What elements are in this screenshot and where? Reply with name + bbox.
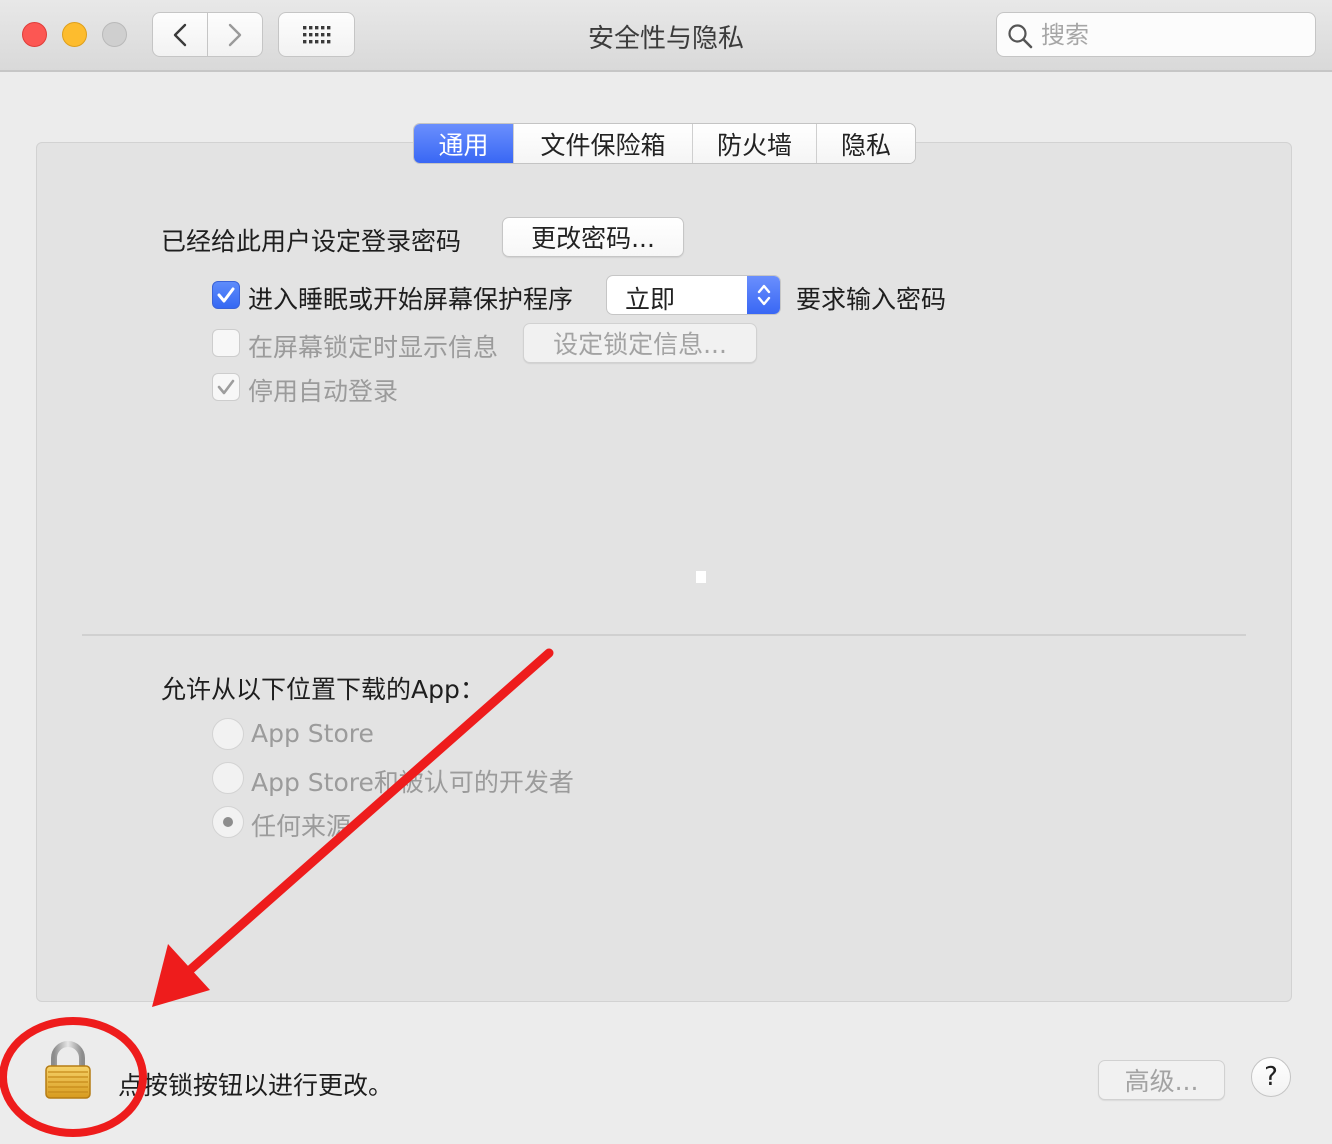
show-message-checkbox[interactable] xyxy=(212,329,240,357)
change-password-button[interactable]: 更改密码... xyxy=(502,217,684,257)
disable-autologin-label: 停用自动登录 xyxy=(248,377,399,406)
updown-chevron-icon xyxy=(757,284,770,306)
tab-general[interactable]: 通用 xyxy=(414,124,514,163)
tab-firewall[interactable]: 防火墙 xyxy=(693,124,817,163)
popup-stepper xyxy=(747,276,780,314)
section-divider xyxy=(82,634,1246,636)
lock-message: 点按锁按钮以进行更改。 xyxy=(118,1071,394,1100)
show-message-label: 在屏幕锁定时显示信息 xyxy=(248,333,499,362)
require-password-label: 进入睡眠或开始屏幕保护程序 xyxy=(248,285,574,314)
tab-privacy[interactable]: 隐私 xyxy=(817,124,915,163)
downloads-heading: 允许从以下位置下载的App： xyxy=(161,675,485,704)
tab-filevault[interactable]: 文件保险箱 xyxy=(514,124,693,163)
radio-selected-dot xyxy=(223,817,233,827)
white-marker xyxy=(696,571,706,583)
help-button[interactable]: ? xyxy=(1251,1057,1291,1097)
radio-anywhere-label: 任何来源 xyxy=(251,812,352,841)
password-set-label: 已经给此用户设定登录密码 xyxy=(161,227,462,256)
require-password-suffix: 要求输入密码 xyxy=(796,285,947,314)
advanced-button[interactable]: 高级... xyxy=(1098,1060,1225,1100)
checkmark-icon xyxy=(217,287,235,303)
radio-app-store[interactable] xyxy=(212,718,244,750)
search-icon xyxy=(1008,24,1033,49)
lock-icon[interactable] xyxy=(42,1040,94,1102)
radio-anywhere[interactable] xyxy=(212,806,244,838)
search-field[interactable] xyxy=(996,12,1316,57)
radio-identified-developers-label: App Store和被认可的开发者 xyxy=(251,768,574,797)
set-lock-message-button[interactable]: 设定锁定信息... xyxy=(523,323,757,363)
password-delay-select[interactable]: 立即 xyxy=(606,275,781,315)
toolbar: 安全性与隐私 xyxy=(0,0,1332,72)
password-delay-value: 立即 xyxy=(625,285,676,314)
disable-autologin-checkbox[interactable] xyxy=(212,373,240,401)
radio-app-store-label: App Store xyxy=(251,719,374,748)
search-input[interactable] xyxy=(1041,19,1301,51)
require-password-checkbox[interactable] xyxy=(212,281,240,309)
settings-panel xyxy=(36,142,1292,1002)
radio-identified-developers[interactable] xyxy=(212,762,244,794)
checkmark-icon xyxy=(217,379,235,395)
tab-bar: 通用 文件保险箱 防火墙 隐私 xyxy=(413,123,916,164)
